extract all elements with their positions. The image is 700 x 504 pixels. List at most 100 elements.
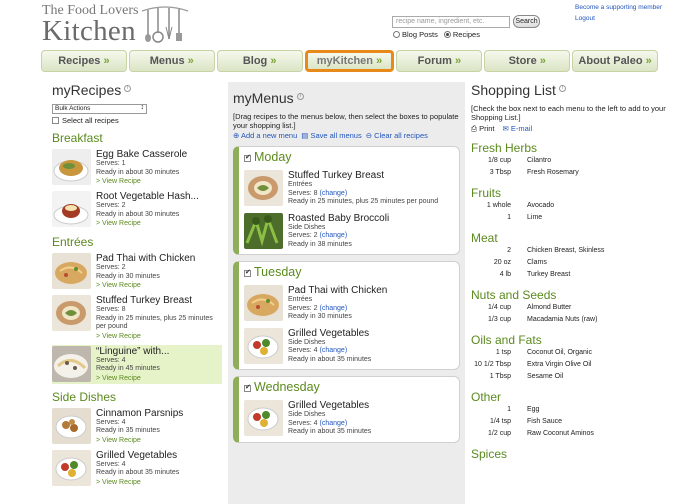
recipe-title[interactable]: Stuffed Turkey Breast — [288, 170, 438, 181]
search-button[interactable]: Search — [513, 15, 540, 28]
recipe-item[interactable]: Cinnamon Parsnips Serves: 4 Ready in 35 mi… — [52, 407, 222, 446]
clear-recipes-button[interactable]: ⊖ Clear all recipes — [366, 131, 428, 140]
nav-mykitchen[interactable]: myKitchen » — [304, 50, 395, 72]
nav-arrow: » — [270, 55, 277, 67]
logout-link[interactable]: Logout — [575, 15, 595, 22]
nav-arrow: » — [645, 55, 652, 67]
my-menus-panel: myMenus i [Drag recipes to the menus belo… — [228, 82, 465, 504]
change-servings-link[interactable]: (change) — [320, 305, 348, 312]
menu-recipe[interactable]: Grilled Vegetables Side Dishes Serves: 4 (… — [244, 327, 454, 365]
shopping-category: Nuts and Seeds — [471, 288, 557, 302]
recipe-title[interactable]: Stuffed Turkey Breast — [96, 295, 222, 306]
recipe-item[interactable]: Egg Bake Casserole Serves: 1 Ready in abou… — [52, 148, 222, 187]
nav-arrow: » — [454, 55, 462, 67]
select-all-row[interactable]: Select all recipes — [52, 116, 222, 125]
recipe-title[interactable]: Pad Thai with Chicken — [96, 253, 195, 264]
shopping-category: Spices — [471, 447, 508, 461]
shopping-list-panel: Shopping List i [Check the box next to ea… — [471, 82, 686, 461]
recipe-title[interactable]: Grilled Vegetables — [288, 328, 371, 339]
item-name: Coconut Oil, Organic — [527, 349, 592, 356]
nav-store[interactable]: Store » — [484, 50, 571, 72]
change-servings-link[interactable]: (change) — [320, 420, 348, 427]
bulk-actions-select[interactable]: Bulk Actions — [52, 104, 147, 114]
action-label: Clear all recipes — [374, 131, 428, 140]
recipe-item[interactable]: Stuffed Turkey Breast Serves: 8 Ready in 2… — [52, 294, 222, 342]
change-servings-link[interactable]: (change) — [320, 232, 348, 239]
recipe-ready-time: Ready in about 35 minutes — [288, 355, 372, 363]
supporting-member-link[interactable]: Become a supporting member — [575, 4, 662, 11]
menu-day: Tuesday Pad Thai with ChickenEntréesServ… — [233, 261, 460, 370]
recipe-serves: Serves: 4 — [96, 356, 126, 364]
recipe-item[interactable]: Root Vegetable Hash... Serves: 2 Ready in … — [52, 190, 222, 229]
site-logo[interactable]: The Food Lovers Kitchen — [42, 3, 192, 47]
recipe-title[interactable]: Root Vegetable Hash... — [96, 191, 199, 202]
recipe-ready-time: Ready in 25 minutes, plus 25 minutes per… — [96, 314, 213, 331]
menu-recipe[interactable]: Pad Thai with Chicken Entrées Serves: 2 (c… — [244, 285, 454, 322]
info-icon[interactable]: i — [296, 93, 304, 100]
recipe-title[interactable]: Cinnamon Parsnips — [96, 408, 183, 419]
menu-recipe[interactable]: Grilled Vegetables Side Dishes Serves: 4 (… — [244, 400, 454, 437]
item-name: Sesame Oil — [527, 373, 564, 380]
envelope-icon: ✉ — [502, 124, 509, 133]
save-menus-button[interactable]: ▤ Save all menus — [301, 131, 361, 140]
view-recipe-link[interactable]: > View Recipe — [96, 332, 222, 341]
nav-forum[interactable]: Forum » — [396, 50, 483, 72]
recipe-title[interactable]: “Linguine” with... — [96, 346, 169, 357]
shopping-item: 1/8 cup Cilantro — [471, 155, 686, 167]
recipe-item-selected[interactable]: “Linguine” with... Serves: 4 Ready in 45 m… — [52, 344, 222, 384]
recipe-serves: Serves: 2 — [96, 202, 126, 209]
recipe-title[interactable]: Roasted Baby Broccoli — [288, 213, 389, 224]
recipe-serves: Serves: 2 — [288, 304, 318, 312]
recipe-item[interactable]: Grilled Vegetables Serves: 4 Ready in abou… — [52, 449, 222, 488]
recipe-serves: Serves: 4 — [288, 419, 318, 427]
menu-recipe[interactable]: Stuffed Turkey Breast Entrées Serves: 8 (c… — [244, 170, 454, 207]
add-menu-button[interactable]: ⊕ Add a new menu — [233, 131, 297, 140]
change-servings-link[interactable]: (change) — [320, 190, 348, 197]
recipe-title[interactable]: Pad Thai with Chicken — [288, 285, 387, 296]
item-qty: 1 — [507, 406, 511, 413]
view-recipe-link[interactable]: > View Recipe — [96, 478, 179, 487]
radio-recipes[interactable]: Recipes — [443, 30, 480, 39]
view-recipe-link[interactable]: > View Recipe — [96, 436, 183, 445]
view-recipe-link[interactable]: > View Recipe — [96, 219, 199, 228]
nav-menus[interactable]: Menus » — [128, 50, 215, 72]
nav-blog[interactable]: Blog » — [216, 50, 303, 72]
day-checkbox[interactable] — [244, 153, 251, 162]
recipe-serves: Serves: 4 — [96, 460, 126, 468]
my-recipes-panel: myRecipesi Bulk Actions Select all recip… — [52, 82, 222, 488]
menu-recipe[interactable]: Roasted Baby Broccoli Side Dishes Serves: … — [244, 212, 454, 250]
change-servings-link[interactable]: (change) — [320, 347, 348, 354]
view-recipe-link[interactable]: > View Recipe — [96, 281, 195, 290]
recipe-title[interactable]: Grilled Vegetables — [96, 450, 179, 461]
nav-about-paleo[interactable]: About Paleo » — [572, 50, 659, 72]
view-recipe-link[interactable]: > View Recipe — [96, 374, 169, 383]
recipe-ready-time: Ready in about 30 minutes — [96, 210, 180, 218]
minus-circle-icon: ⊖ — [365, 131, 373, 140]
view-recipe-link[interactable]: > View Recipe — [96, 177, 187, 186]
info-icon[interactable]: i — [124, 85, 132, 92]
info-icon[interactable]: i — [558, 85, 566, 92]
recipe-title[interactable]: Grilled Vegetables — [288, 400, 371, 411]
item-qty: 1 Tbsp — [489, 373, 511, 380]
recipe-type: Entrées — [288, 181, 313, 188]
day-checkbox[interactable] — [244, 268, 251, 277]
day-checkbox[interactable] — [244, 383, 251, 392]
item-qty: 20 oz — [493, 259, 511, 266]
radio-blog-posts[interactable]: Blog Posts — [393, 30, 438, 39]
menu-actions: ⊕ Add a new menu ▤ Save all menus ⊖ Clea… — [233, 131, 460, 140]
print-button[interactable]: ⎙ Print — [471, 124, 495, 134]
item-name: Turkey Breast — [527, 271, 571, 278]
plus-circle-icon: ⊕ — [233, 131, 240, 140]
item-name: Fish Sauce — [527, 418, 563, 425]
email-button[interactable]: ✉ E-mail — [503, 124, 533, 134]
radio-label: Recipes — [452, 30, 480, 39]
item-qty: 1 — [507, 214, 511, 221]
recipe-serves: Serves: 1 — [96, 160, 126, 167]
nav-arrow: » — [187, 55, 194, 67]
recipe-title[interactable]: Egg Bake Casserole — [96, 149, 187, 160]
menu-day: Wednesday Grilled VegetablesSide DishesS… — [233, 376, 460, 443]
nav-recipes[interactable]: Recipes » — [41, 50, 127, 72]
recipe-item[interactable]: Pad Thai with Chicken Serves: 2 Ready in 3… — [52, 252, 222, 291]
recipe-ready-time: Ready in 30 minutes — [96, 272, 160, 280]
search-input[interactable]: recipe name, ingredient, etc. — [392, 16, 510, 28]
